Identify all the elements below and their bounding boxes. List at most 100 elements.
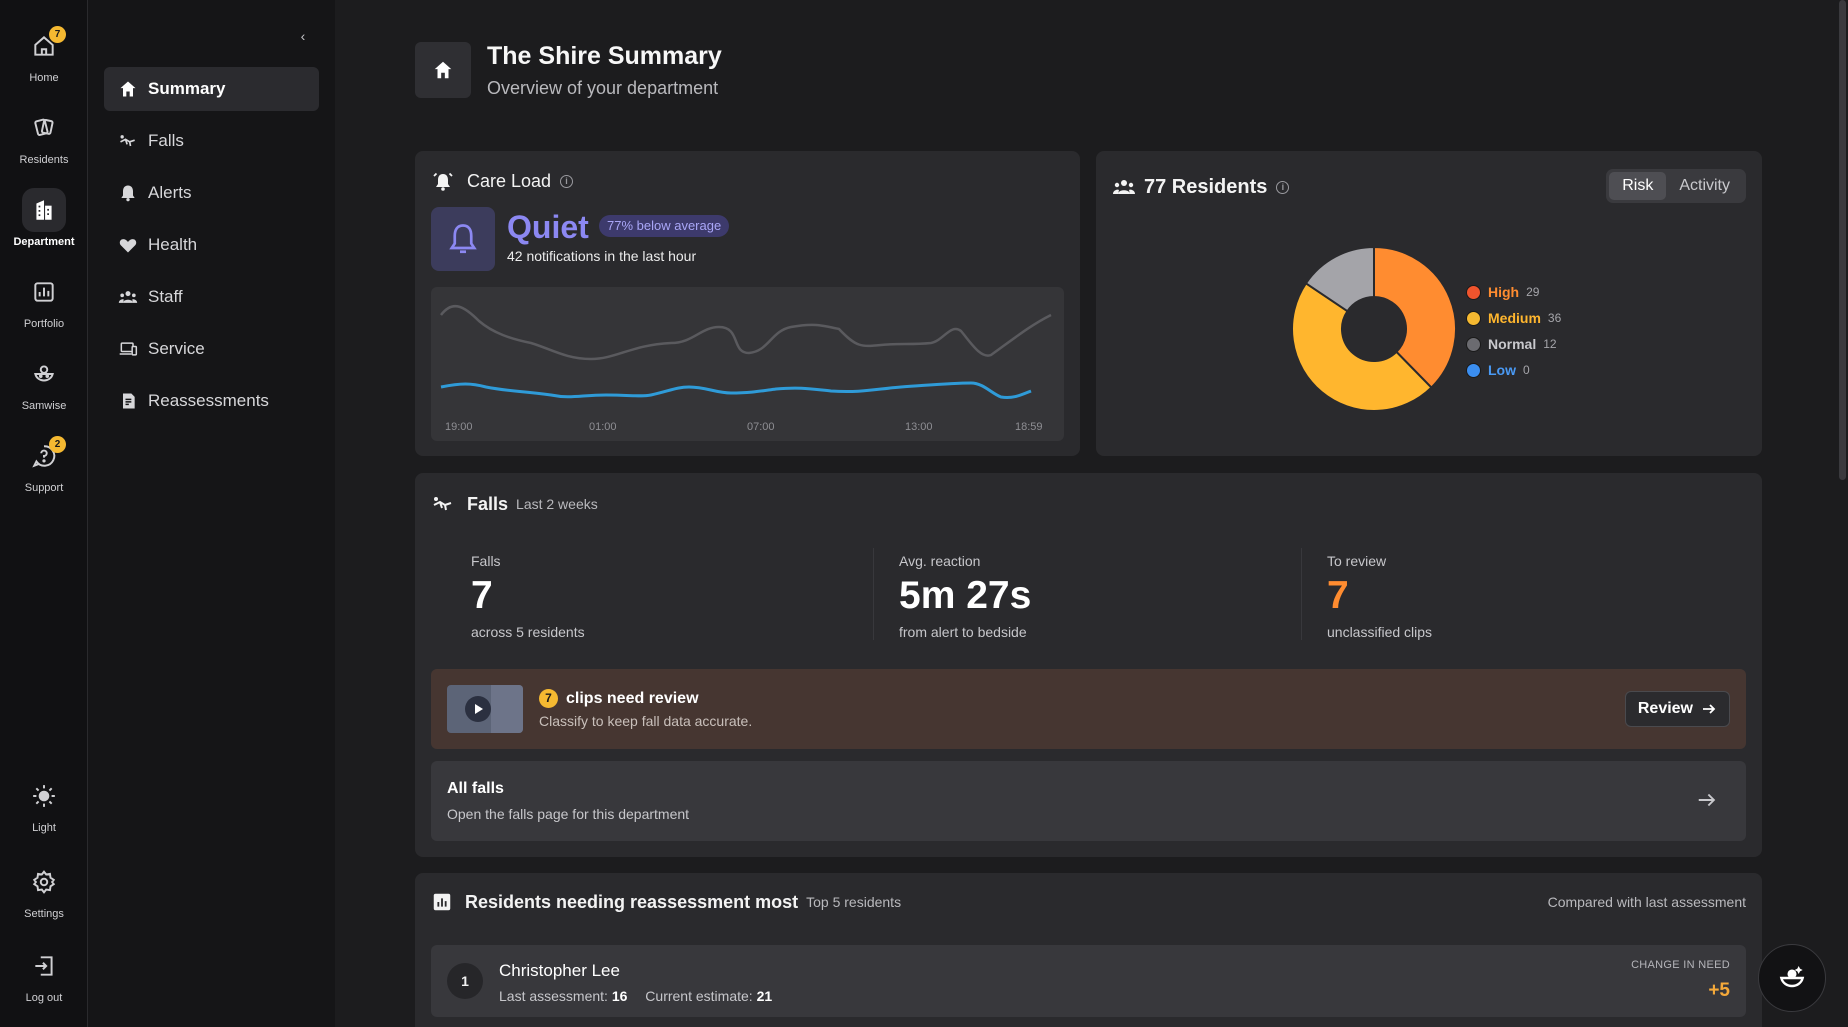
rail-logout[interactable]: Log out	[0, 944, 88, 1004]
rail-residents[interactable]: Residents	[0, 106, 88, 166]
review-count-badge: 7	[539, 689, 558, 708]
reassessment-row[interactable]: 1 Christopher Lee Last assessment: 16 Cu…	[431, 945, 1746, 1017]
rail-logout-label: Log out	[25, 992, 63, 1004]
falls-period: Last 2 weeks	[516, 496, 598, 512]
average-line	[440, 304, 1052, 361]
falls-card: Falls Last 2 weeks Falls 7 across 5 resi…	[415, 473, 1762, 857]
home-icon: 7	[22, 24, 66, 68]
vertical-scrollbar[interactable]	[1839, 0, 1846, 480]
resident-name: Christopher Lee	[499, 961, 620, 980]
rail-home[interactable]: 7 Home	[0, 24, 88, 84]
review-button-label: Review	[1637, 700, 1693, 717]
chart-icon	[22, 270, 66, 314]
legend-swatch	[1466, 310, 1481, 326]
logout-icon	[22, 944, 66, 988]
compare-note: Compared with last assessment	[1547, 894, 1746, 910]
clips-review-banner: 7 clips need review Classify to keep fal…	[431, 669, 1746, 749]
legend-medium: Medium 36	[1466, 305, 1561, 331]
x-tick: 19:00	[445, 421, 473, 433]
all-falls-link[interactable]: All falls Open the falls page for this d…	[431, 761, 1746, 841]
heart-icon	[119, 239, 137, 253]
sparkline-svg	[440, 304, 1052, 399]
rail-light-toggle[interactable]: Light	[0, 774, 88, 834]
rail-samwise[interactable]: Samwise	[0, 352, 88, 412]
legend-swatch	[1466, 362, 1481, 378]
rail-residents-label: Residents	[19, 154, 69, 166]
fall-icon	[120, 135, 135, 147]
stat-sub: unclassified clips	[1327, 624, 1433, 640]
nav-item-label: Staff	[148, 287, 183, 306]
nav-item-falls[interactable]: Falls	[104, 119, 319, 163]
residents-card: 77 Residents i Risk Activity High 29 Med…	[1096, 151, 1762, 456]
main-content: The Shire Summary Overview of your depar…	[335, 0, 1848, 1027]
nav-item-reassessments[interactable]: Reassessments	[104, 379, 319, 423]
sun-icon	[22, 774, 66, 818]
stat-avg-reaction: Avg. reaction 5m 27s from alert to bedsi…	[899, 553, 1031, 640]
people-icon	[1113, 180, 1135, 194]
notification-count: 42 notifications in the last hour	[507, 248, 697, 264]
change-label: CHANGE IN NEED	[1631, 959, 1730, 971]
reassessment-title: Residents needing reassessment most	[465, 891, 799, 912]
nav-item-service[interactable]: Service	[104, 327, 319, 371]
care-load-header: Care Load i	[431, 169, 574, 193]
toggle-risk[interactable]: Risk	[1609, 172, 1667, 200]
nav-item-staff[interactable]: Staff	[104, 275, 319, 319]
rail-department[interactable]: Department	[0, 188, 88, 248]
nav-item-health[interactable]: Health	[104, 223, 319, 267]
care-load-bell-icon	[431, 207, 495, 271]
resident-assessment-meta: Last assessment: 16 Current estimate: 21	[499, 988, 772, 1004]
nav-item-label: Falls	[148, 131, 184, 150]
nav-item-alerts[interactable]: Alerts	[104, 171, 319, 215]
home-icon	[120, 81, 136, 97]
building-icon	[22, 188, 66, 232]
stat-label: Avg. reaction	[899, 553, 981, 569]
stat-sub: from alert to bedside	[899, 624, 1027, 640]
page-title: The Shire Summary	[487, 42, 722, 70]
rail-portfolio-label: Portfolio	[23, 318, 65, 330]
rail-portfolio[interactable]: Portfolio	[0, 270, 88, 330]
rail-support[interactable]: 2 Support	[0, 434, 88, 494]
last-assessment-label: Last assessment:	[499, 988, 608, 1004]
assistant-fab[interactable]	[1758, 944, 1826, 1012]
residents-title: 77 Residents	[1144, 175, 1268, 198]
stat-label: Falls	[471, 553, 501, 569]
page-home-icon	[415, 42, 471, 98]
legend-normal: Normal 12	[1466, 331, 1561, 357]
rail-light-label: Light	[32, 822, 56, 834]
care-load-status: Quiet	[507, 209, 589, 245]
collapse-chevron-icon[interactable]: ‹	[293, 26, 313, 46]
help-icon: 2	[22, 434, 66, 478]
nav-item-label: Alerts	[148, 183, 192, 202]
people-icon	[118, 291, 138, 303]
residents-icon	[22, 106, 66, 150]
info-icon[interactable]: i	[560, 174, 574, 188]
toggle-activity[interactable]: Activity	[1666, 172, 1743, 200]
review-button[interactable]: Review	[1624, 691, 1730, 727]
chart-icon	[433, 893, 451, 911]
rail-department-label: Department	[13, 236, 75, 248]
rail-home-label: Home	[29, 72, 59, 84]
samwise-icon	[22, 352, 66, 396]
stat-label: To review	[1327, 553, 1387, 569]
last-assessment-value: 16	[611, 988, 628, 1004]
reassessment-scope: Top 5 residents	[806, 894, 902, 910]
risk-donut-chart	[1291, 245, 1457, 412]
icon-rail: 7 Home Residents Department Portfolio Sa…	[0, 0, 88, 1027]
nav-item-summary[interactable]: Summary	[104, 67, 319, 111]
bell-icon	[121, 185, 135, 202]
arrow-right-icon	[1698, 793, 1716, 807]
x-tick: 13:00	[905, 421, 933, 433]
risk-legend: High 29 Medium 36 Normal 12 Low 0	[1466, 279, 1561, 383]
divider	[873, 548, 874, 640]
legend-label: High	[1488, 284, 1520, 300]
clip-thumbnail[interactable]	[447, 685, 523, 733]
rail-settings[interactable]: Settings	[0, 860, 88, 920]
rail-support-label: Support	[24, 482, 64, 494]
nav-item-label: Reassessments	[148, 391, 269, 410]
rail-samwise-label: Samwise	[21, 400, 67, 412]
legend-count: 0	[1523, 363, 1530, 377]
info-icon[interactable]: i	[1276, 180, 1290, 194]
stat-value: 7	[1327, 574, 1349, 617]
legend-label: Normal	[1488, 336, 1537, 352]
legend-high: High 29	[1466, 279, 1561, 305]
